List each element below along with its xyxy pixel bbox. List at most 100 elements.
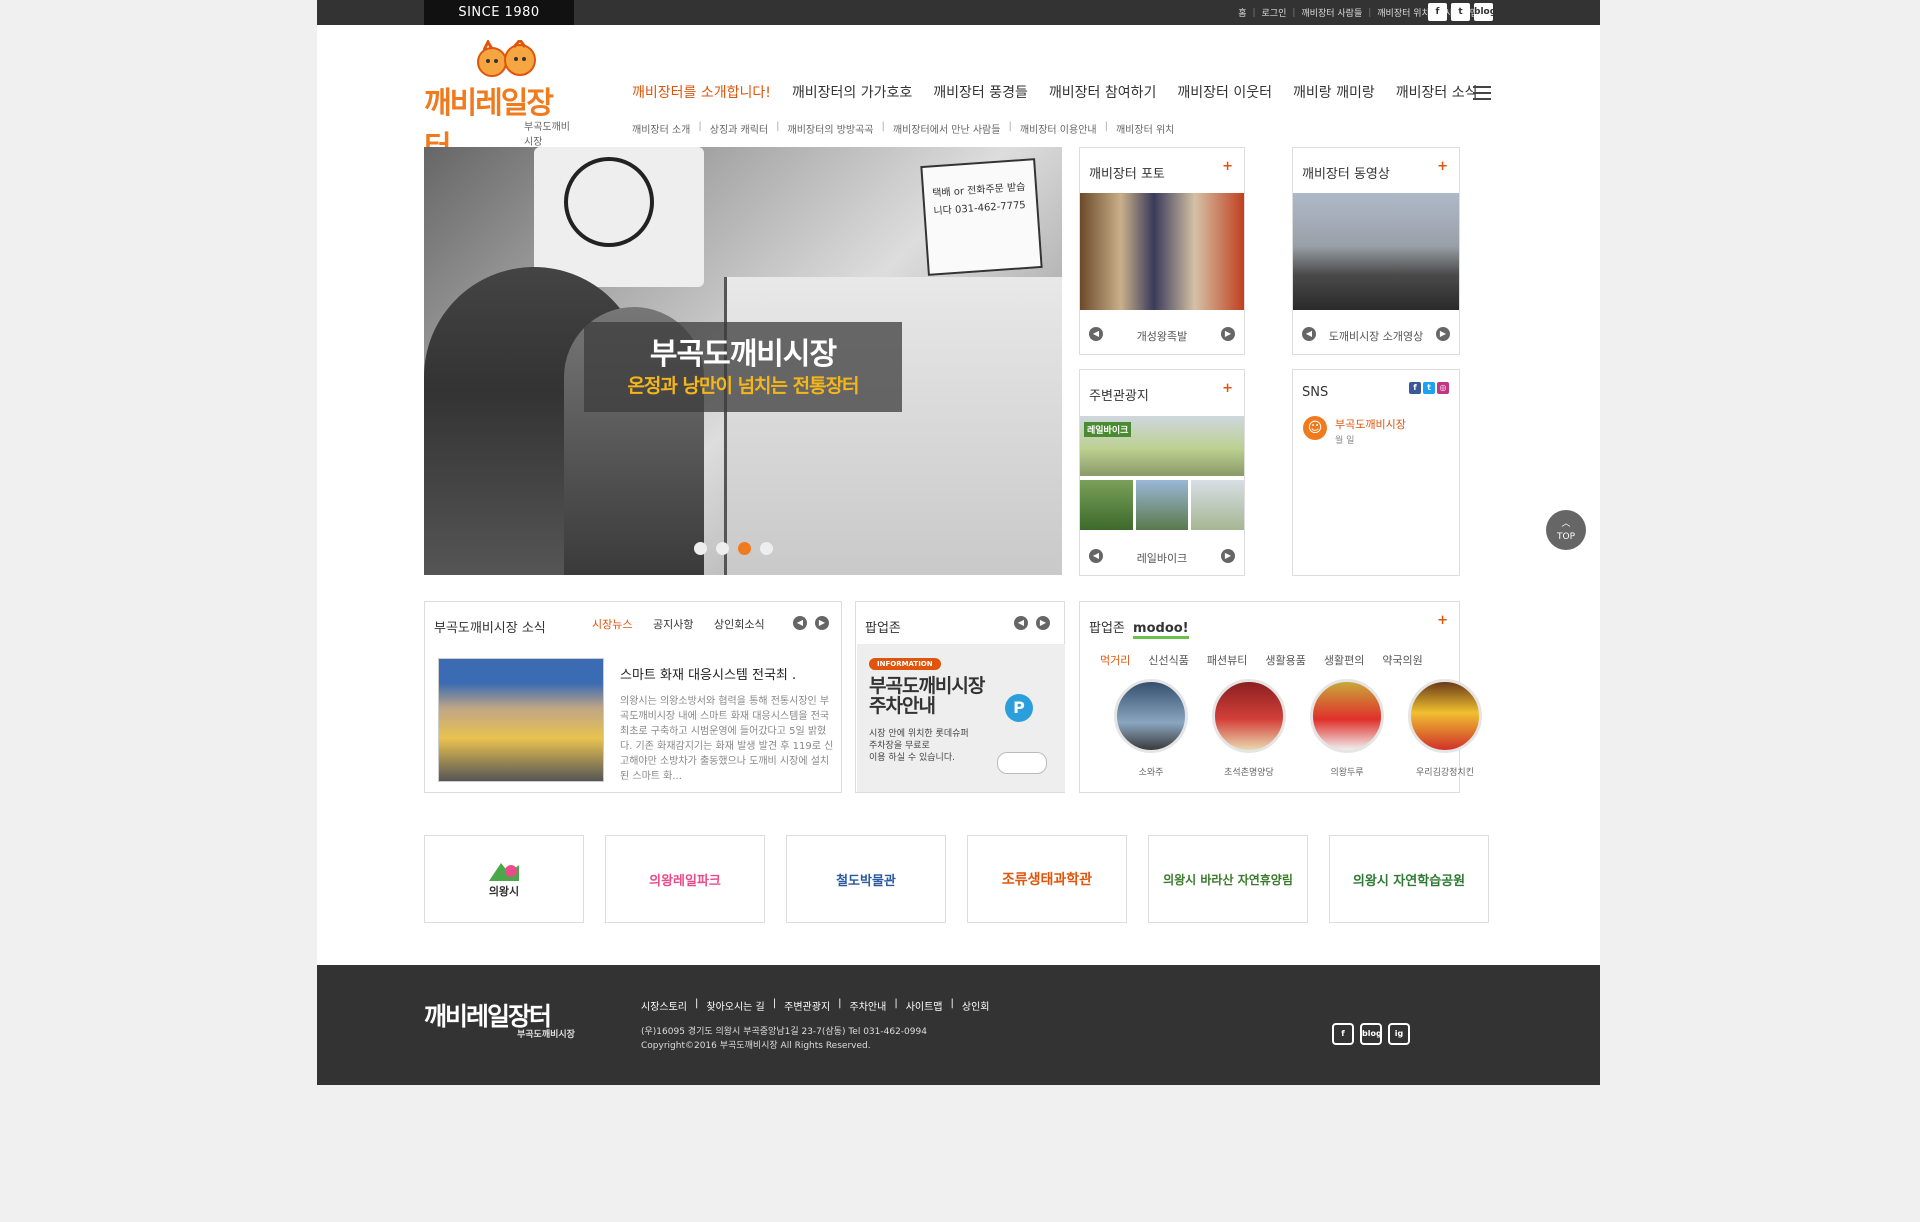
chevron-up-icon: ︿ xyxy=(1561,519,1571,529)
sub-nav-item[interactable]: 깨비장터 소개 xyxy=(632,121,690,136)
category-fashion[interactable]: 패션뷰티 xyxy=(1207,652,1247,668)
next-arrow-icon[interactable]: ▶ xyxy=(1221,549,1235,563)
banner-label: 의왕시 xyxy=(488,885,520,898)
shop-name: 소와주 xyxy=(1138,768,1164,778)
footer-link[interactable]: 주차안내 xyxy=(850,998,887,1013)
facebook-icon[interactable]: f xyxy=(1409,382,1421,394)
top-link-people[interactable]: 깨비장터 사람들 xyxy=(1301,6,1362,19)
banner-barasan-forest[interactable]: 의왕시 바라산 자연휴양림 xyxy=(1148,835,1308,923)
slider-dot[interactable] xyxy=(760,542,773,555)
nav-item-neighbors[interactable]: 깨비장터 이웃터 xyxy=(1177,82,1272,102)
footer-link[interactable]: 사이트맵 xyxy=(906,998,943,1013)
sub-nav-item[interactable]: 깨비장터 위치 xyxy=(1116,121,1174,136)
shop-name: 초석촌명양당 xyxy=(1224,768,1274,778)
banner-label: 의왕시 바라산 자연휴양림 xyxy=(1163,872,1293,887)
prev-arrow-icon[interactable]: ◀ xyxy=(1014,616,1028,630)
top-link-home[interactable]: 홈 xyxy=(1238,6,1246,19)
nav-item-households[interactable]: 깨비장터의 가가호호 xyxy=(792,82,912,102)
slider-dot-active[interactable] xyxy=(738,542,751,555)
news-headline[interactable]: 스마트 화재 대응시스템 전국최 . xyxy=(620,664,796,683)
banner-label: 의왕레일파크 xyxy=(649,873,721,889)
facebook-icon[interactable]: f xyxy=(1332,1023,1354,1045)
category-food[interactable]: 먹거리 xyxy=(1100,652,1130,668)
slider-dot[interactable] xyxy=(716,542,729,555)
modoo-more-icon[interactable]: + xyxy=(1437,613,1448,628)
instagram-icon[interactable]: ◎ xyxy=(1437,382,1449,394)
tour-box: 주변관광지 + 레일바이크 ◀ 레일바이크 ▶ xyxy=(1079,369,1245,576)
tab-market-news[interactable]: 시장뉴스 xyxy=(592,616,632,632)
parking-pin-icon: P xyxy=(1005,694,1033,722)
category-fresh[interactable]: 신선식품 xyxy=(1148,652,1188,668)
twitter-icon[interactable]: t xyxy=(1423,382,1435,394)
next-arrow-icon[interactable]: ▶ xyxy=(815,616,829,630)
tour-thumb[interactable] xyxy=(1135,480,1189,530)
photo-more-icon[interactable]: + xyxy=(1222,159,1233,174)
hero-subtitle: 온정과 낭만이 넘치는 전통장터 xyxy=(627,375,859,397)
video-more-icon[interactable]: + xyxy=(1437,159,1448,174)
banner-label: 조류생태과학관 xyxy=(1001,872,1093,888)
category-convenience[interactable]: 생활편의 xyxy=(1324,652,1364,668)
top-label: TOP xyxy=(1556,532,1575,542)
next-arrow-icon[interactable]: ▶ xyxy=(1221,327,1235,341)
tab-notices[interactable]: 공지사항 xyxy=(653,616,693,632)
instagram-icon[interactable]: ig xyxy=(1388,1023,1410,1045)
top-link-location[interactable]: 깨비장터 위치 xyxy=(1377,6,1430,19)
hero-slider[interactable]: 택배 or 전화주문 받습니다 031-462-7775 부곡도깨비시장 온정과… xyxy=(424,147,1062,575)
info-badge: INFORMATION xyxy=(869,658,941,670)
nav-item-characters[interactable]: 깨비랑 깨미랑 xyxy=(1293,82,1375,102)
twitter-icon[interactable]: t xyxy=(1451,3,1470,21)
news-thumbnail[interactable] xyxy=(438,658,604,782)
sub-nav-item[interactable]: 깨비장터의 방방곡곡 xyxy=(788,121,874,136)
footer-link[interactable]: 상인회 xyxy=(962,998,990,1013)
photo-thumbnail[interactable] xyxy=(1080,193,1244,310)
footer-logo-sub: 부곡도깨비시장 xyxy=(517,1030,575,1040)
category-household[interactable]: 생활용품 xyxy=(1265,652,1305,668)
tour-more-icon[interactable]: + xyxy=(1222,381,1233,396)
footer-link[interactable]: 주변관광지 xyxy=(784,998,830,1013)
nav-item-scenes[interactable]: 깨비장터 풍경들 xyxy=(933,82,1028,102)
sub-nav-item[interactable]: 깨비장터에서 만난 사람들 xyxy=(893,121,1001,136)
blog-icon[interactable]: blog xyxy=(1474,3,1496,21)
shop-item[interactable]: 소와주 xyxy=(1102,679,1200,778)
parking-banner[interactable]: INFORMATION 부곡도깨비시장 주차안내 시장 안에 위치한 롯데슈퍼 … xyxy=(857,644,1065,792)
tab-merchant-news[interactable]: 상인회소식 xyxy=(714,616,765,632)
sub-nav-item[interactable]: 상징과 캐릭터 xyxy=(710,121,768,136)
top-link-login[interactable]: 로그인 xyxy=(1262,6,1287,19)
banner-rail-park[interactable]: 의왕레일파크 xyxy=(605,835,765,923)
slider-dot[interactable] xyxy=(694,542,707,555)
sub-nav-item[interactable]: 깨비장터 이용안내 xyxy=(1020,121,1097,136)
banner-uiwang-city[interactable]: 의왕시 xyxy=(424,835,584,923)
footer-link[interactable]: 시장스토리 xyxy=(641,998,687,1013)
banner-bird-ecology[interactable]: 조류생태과학관 xyxy=(967,835,1127,923)
next-arrow-icon[interactable]: ▶ xyxy=(1436,327,1450,341)
address-text: (우)16095 경기도 의왕시 부곡중앙남1길 23-7(삼동) Tel 03… xyxy=(641,1027,927,1037)
banner-nature-park[interactable]: 의왕시 자연학습공원 xyxy=(1329,835,1489,923)
shop-item[interactable]: 우리김강정치킨 xyxy=(1396,679,1494,778)
tour-thumb[interactable] xyxy=(1191,480,1245,530)
tour-main-image[interactable]: 레일바이크 xyxy=(1080,416,1244,476)
main-nav: 깨비장터를 소개합니다! 깨비장터의 가가호호 깨비장터 풍경들 깨비장터 참여… xyxy=(632,82,1498,102)
sns-account-name[interactable]: 부곡도깨비시장 xyxy=(1335,416,1406,432)
scroll-top-button[interactable]: ︿ TOP xyxy=(1546,510,1586,550)
footer-link[interactable]: 찾아오시는 길 xyxy=(706,998,764,1013)
popup-zone-title: 팝업존 xyxy=(865,621,901,636)
tour-box-title: 주변관광지 xyxy=(1089,389,1149,404)
facebook-icon[interactable]: f xyxy=(1428,3,1447,21)
category-pharmacy[interactable]: 약국의원 xyxy=(1382,652,1422,668)
shop-item[interactable]: 초석촌명양당 xyxy=(1200,679,1298,778)
next-arrow-icon[interactable]: ▶ xyxy=(1036,616,1050,630)
popup-zone: 팝업존 ◀ ▶ INFORMATION 부곡도깨비시장 주차안내 시장 안에 위… xyxy=(855,601,1065,793)
tour-thumb[interactable] xyxy=(1080,480,1133,530)
nav-item-news[interactable]: 깨비장터 소식 xyxy=(1396,82,1478,102)
nav-item-participate[interactable]: 깨비장터 참여하기 xyxy=(1049,82,1157,102)
shop-image xyxy=(1310,679,1384,753)
nav-item-intro[interactable]: 깨비장터를 소개합니다! xyxy=(632,82,771,102)
video-thumbnail[interactable] xyxy=(1293,193,1459,310)
shop-image xyxy=(1114,679,1188,753)
blog-icon[interactable]: blog xyxy=(1360,1023,1382,1045)
site-logo[interactable]: 깨비레일장터 부곡도깨비시장 xyxy=(424,40,572,165)
prev-arrow-icon[interactable]: ◀ xyxy=(793,616,807,630)
menu-icon[interactable] xyxy=(1473,86,1491,100)
shop-item[interactable]: 의왕두루 xyxy=(1298,679,1396,778)
banner-railroad-museum[interactable]: 철도박물관 xyxy=(786,835,946,923)
